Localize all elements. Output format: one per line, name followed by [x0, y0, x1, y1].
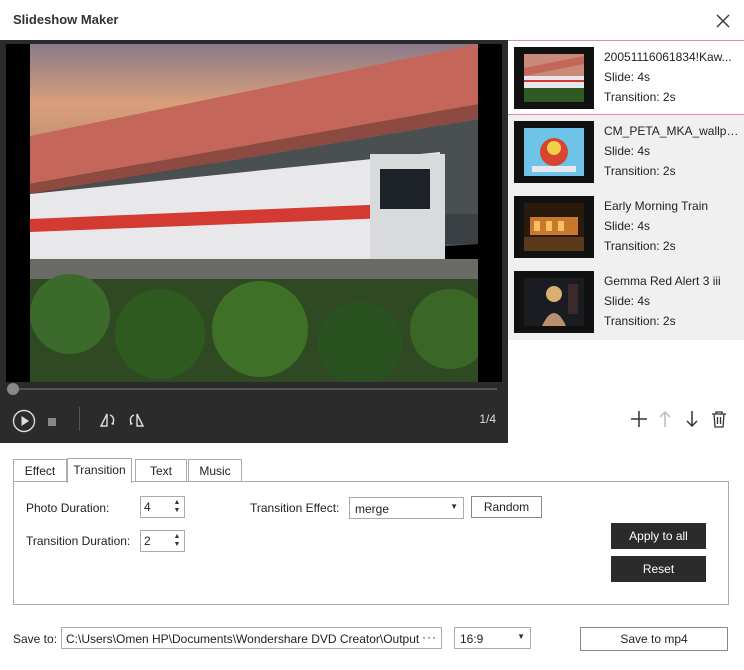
transition-effect-value: merge — [355, 502, 390, 516]
rotate-left-button[interactable] — [99, 411, 117, 432]
save-to-mp4-button[interactable]: Save to mp4 — [580, 627, 728, 651]
reset-button[interactable]: Reset — [611, 556, 706, 582]
slide-transition: Transition: 2s — [604, 314, 676, 328]
slide-name: CM_PETA_MKA_wallpa... — [604, 124, 742, 138]
tab-transition[interactable]: Transition — [67, 458, 132, 483]
close-button[interactable] — [712, 10, 734, 32]
plus-icon — [631, 411, 647, 427]
window-title: Slideshow Maker — [13, 12, 119, 27]
slide-list[interactable]: 20051116061834!Kaw... Slide: 4s Transiti… — [508, 40, 744, 340]
slide-name: 20051116061834!Kaw... — [604, 50, 732, 64]
slide-transition: Transition: 2s — [604, 164, 676, 178]
slide-item[interactable]: Gemma Red Alert 3 iii Slide: 4s Transiti… — [508, 265, 744, 340]
photo-duration-value: 4 — [144, 500, 151, 514]
close-icon — [716, 14, 730, 28]
seek-bar[interactable] — [12, 388, 497, 390]
preview-photo — [30, 44, 478, 382]
tab-music[interactable]: Music — [188, 459, 242, 482]
output-path-field[interactable]: C:\Users\Omen HP\Documents\Wondershare D… — [61, 627, 442, 649]
slide-item[interactable]: Early Morning Train Slide: 4s Transition… — [508, 190, 744, 265]
rotate-left-icon — [99, 413, 115, 427]
tab-text[interactable]: Text — [135, 459, 187, 482]
slide-thumbnail — [514, 47, 594, 109]
slide-transition: Transition: 2s — [604, 90, 676, 104]
stop-button[interactable] — [47, 416, 57, 430]
slide-duration: Slide: 4s — [604, 294, 651, 308]
preview-image-area — [6, 44, 502, 382]
save-to-label: Save to: — [13, 632, 58, 646]
move-up-button[interactable] — [658, 410, 672, 431]
stepper-arrows-icon[interactable]: ▲ ▼ — [172, 533, 182, 549]
slide-counter: 1/4 — [479, 412, 496, 426]
random-button[interactable]: Random — [471, 496, 542, 518]
chevron-down-icon: ▼ — [517, 632, 525, 641]
transition-duration-value: 2 — [144, 534, 151, 548]
stop-icon — [48, 418, 56, 426]
slide-duration: Slide: 4s — [604, 219, 651, 233]
slide-list-panel: 20051116061834!Kaw... Slide: 4s Transiti… — [508, 40, 744, 443]
arrow-down-icon — [686, 411, 698, 428]
transition-duration-stepper[interactable]: 2 ▲ ▼ — [140, 530, 185, 552]
transition-effect-select[interactable]: merge ▼ — [349, 497, 464, 519]
aspect-ratio-select[interactable]: 16:9 ▼ — [454, 627, 531, 649]
seek-handle[interactable] — [7, 383, 19, 395]
aspect-ratio-value: 16:9 — [460, 632, 484, 646]
slide-transition: Transition: 2s — [604, 239, 676, 253]
rotate-right-button[interactable] — [127, 411, 145, 432]
transition-duration-label: Transition Duration: — [26, 534, 131, 548]
slide-thumbnail — [514, 271, 594, 333]
chevron-down-icon: ▼ — [450, 502, 458, 511]
slide-duration: Slide: 4s — [604, 70, 651, 84]
delete-slide-button[interactable] — [711, 410, 727, 431]
transition-effect-label: Transition Effect: — [250, 501, 340, 515]
stepper-arrows-icon[interactable]: ▲ ▼ — [172, 499, 182, 515]
tab-effect[interactable]: Effect — [13, 459, 67, 482]
photo-duration-stepper[interactable]: 4 ▲ ▼ — [140, 496, 185, 518]
slide-name: Gemma Red Alert 3 iii — [604, 274, 721, 288]
slide-duration: Slide: 4s — [604, 144, 651, 158]
play-icon — [12, 409, 36, 433]
controls-divider — [79, 407, 80, 431]
add-slide-button[interactable] — [630, 410, 648, 431]
trash-icon — [712, 411, 726, 428]
arrow-up-icon — [659, 410, 671, 427]
preview-player: 1/4 — [0, 40, 508, 443]
photo-duration-label: Photo Duration: — [26, 501, 110, 515]
slide-thumbnail — [514, 196, 594, 258]
play-button[interactable] — [12, 409, 36, 436]
transition-settings-panel: Photo Duration: 4 ▲ ▼ Transition Duration… — [13, 481, 729, 605]
slide-item[interactable]: CM_PETA_MKA_wallpa... Slide: 4s Transiti… — [508, 115, 744, 190]
apply-to-all-button[interactable]: Apply to all — [611, 523, 706, 549]
move-down-button[interactable] — [685, 410, 699, 431]
output-path-value: C:\Users\Omen HP\Documents\Wondershare D… — [66, 632, 420, 646]
browse-button[interactable]: ··· — [422, 630, 437, 644]
slide-thumbnail — [514, 121, 594, 183]
rotate-right-icon — [129, 413, 145, 427]
slide-item[interactable]: 20051116061834!Kaw... Slide: 4s Transiti… — [508, 40, 744, 115]
slide-name: Early Morning Train — [604, 199, 709, 213]
title-bar: Slideshow Maker — [0, 0, 744, 40]
